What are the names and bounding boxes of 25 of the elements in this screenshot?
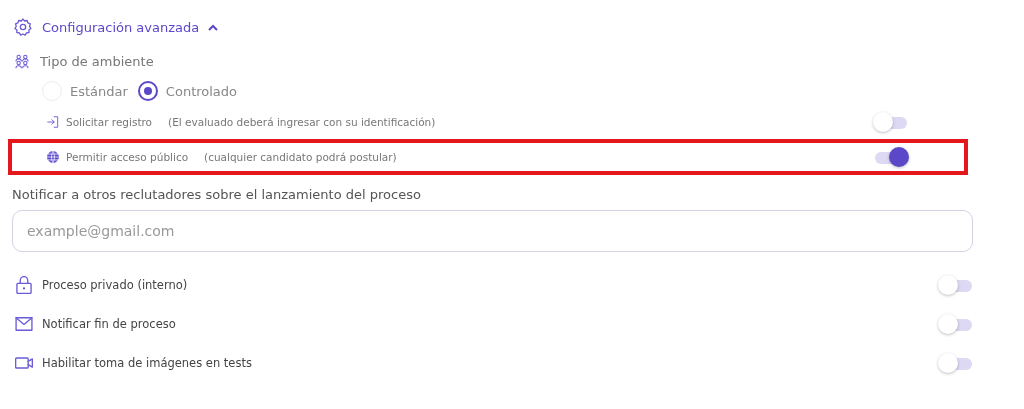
setting-label: Notificar fin de proceso xyxy=(42,316,176,331)
toggle-switch[interactable] xyxy=(873,111,909,133)
option-hint: (El evaluado deberá ingresar con su identificación) xyxy=(168,116,436,128)
option-label: Permitir acceso público xyxy=(66,151,189,163)
globe-icon xyxy=(46,150,60,164)
lock-icon xyxy=(14,274,34,295)
option-label: Solicitar registro xyxy=(66,116,153,128)
login-icon xyxy=(46,115,60,129)
setting-label: Proceso privado (interno) xyxy=(42,277,188,292)
section-title[interactable]: Configuración avanzada xyxy=(42,19,200,35)
settings-icon xyxy=(13,17,33,37)
radio-button[interactable] xyxy=(137,81,158,101)
toggle-switch[interactable] xyxy=(938,351,974,374)
field-label: Notificar a otros reclutadores sobre el lanzamiento del proceso xyxy=(11,186,422,202)
toggle-switch[interactable] xyxy=(938,273,974,296)
toggle-switch[interactable] xyxy=(873,146,909,168)
radio-label: Estándar xyxy=(70,83,128,99)
people-icon xyxy=(14,53,30,69)
toggle-switch[interactable] xyxy=(938,312,974,335)
email-input-field[interactable]: example@gmail.com xyxy=(12,210,973,252)
setting-label: Habilitar toma de imágenes en tests xyxy=(42,355,252,370)
chevron-up-icon[interactable] xyxy=(208,23,219,31)
radio-label: Controlado xyxy=(165,83,238,99)
field-label: Tipo de ambiente xyxy=(40,53,154,69)
option-hint: (cualquier candidato podrá postular) xyxy=(204,151,397,163)
